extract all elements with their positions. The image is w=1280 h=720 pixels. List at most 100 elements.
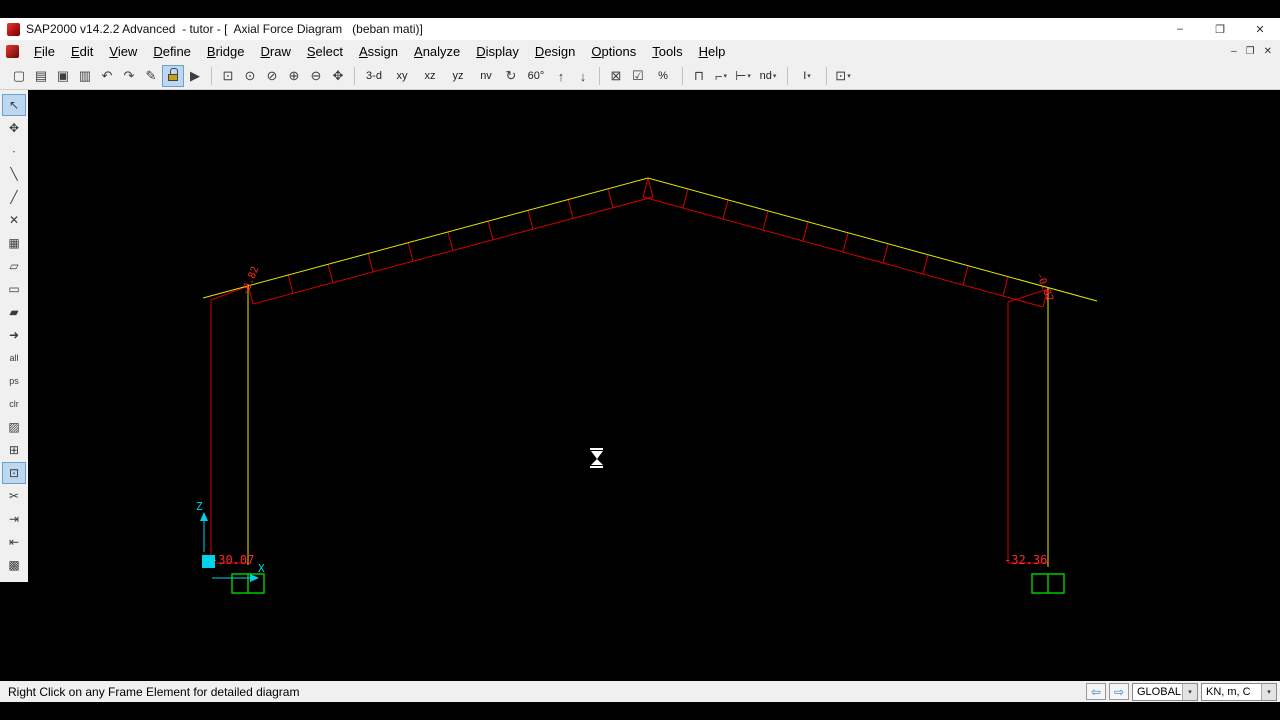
- tool-draw-joint-button[interactable]: ∙: [3, 141, 25, 161]
- status-right: ⇦ ⇨ GLOBAL ▾ KN, m, C ▾: [1086, 682, 1277, 701]
- minimize-button[interactable]: –: [1160, 18, 1200, 40]
- model-canvas[interactable]: -30.07 -32.36 -0.82 -0.82 Z X: [28, 90, 1280, 681]
- menu-bar: File Edit View Define Bridge Draw Select Assign…: [0, 40, 1280, 64]
- menu-view[interactable]: View: [101, 42, 145, 61]
- lock-model-button[interactable]: [162, 65, 184, 87]
- menu-tools[interactable]: Tools: [644, 42, 690, 61]
- window-options-button[interactable]: ⊡ ▾: [833, 66, 853, 86]
- model-view[interactable]: -30.07 -32.36 -0.82 -0.82 Z X: [28, 90, 1280, 681]
- tool-draw-area-button[interactable]: ▦: [3, 233, 25, 253]
- next-window-button[interactable]: ⇨: [1109, 683, 1129, 700]
- tool-grid-button[interactable]: ▩: [3, 555, 25, 575]
- units-value: KN, m, C: [1206, 685, 1251, 698]
- menu-help[interactable]: Help: [691, 42, 734, 61]
- assign-joint-button[interactable]: ⊢ ▾: [733, 66, 753, 86]
- menu-edit[interactable]: Edit: [63, 42, 101, 61]
- object-shrink-button[interactable]: ⊠: [606, 66, 626, 86]
- side-toolbar: ↖ ✥ ∙ ╲ ╱ ✕ ▦ ▱ ▭ ▰ ➜ all ps clr ▨ ⊞ ⊡ ✂ ⇥ ⇤ ▩: [0, 90, 28, 582]
- move-down-button[interactable]: ↓: [573, 66, 593, 86]
- open-file-button[interactable]: ▤: [31, 66, 51, 86]
- tool-end-offset-button[interactable]: ⇥: [3, 509, 25, 529]
- frame-sections-button[interactable]: I ▾: [794, 66, 820, 86]
- tool-quick-area-button[interactable]: ▱: [3, 256, 25, 276]
- tool-set-display-button[interactable]: ⊞: [3, 440, 25, 460]
- previous-zoom-button[interactable]: ⊘: [262, 66, 282, 86]
- tool-start-offset-button[interactable]: ⇤: [3, 532, 25, 552]
- menu-options[interactable]: Options: [583, 42, 644, 61]
- tool-divide-frame-button[interactable]: ✂: [3, 486, 25, 506]
- menu-file[interactable]: File: [26, 42, 63, 61]
- set-display-options-button[interactable]: ☑: [628, 66, 648, 86]
- tool-quick-frame-button[interactable]: ╱: [3, 187, 25, 207]
- view-yz-button[interactable]: yz: [445, 66, 471, 86]
- tool-show-forces-button[interactable]: ⊡: [2, 462, 26, 484]
- undo-button[interactable]: ↶: [97, 66, 117, 86]
- frame-members[interactable]: [202, 177, 1098, 567]
- assign-frame-button[interactable]: ⌐ ▾: [711, 66, 731, 86]
- redo-button[interactable]: ↷: [119, 66, 139, 86]
- menu-bridge[interactable]: Bridge: [199, 42, 253, 61]
- menu-design[interactable]: Design: [527, 42, 583, 61]
- tool-draw-poly-button[interactable]: ▰: [3, 302, 25, 322]
- tool-select-arrow-button[interactable]: ➜: [3, 325, 25, 345]
- previous-window-button[interactable]: ⇦: [1086, 683, 1106, 700]
- zoom-in-button[interactable]: ⊕: [284, 66, 304, 86]
- menu-define[interactable]: Define: [145, 42, 199, 61]
- coord-system-dropdown[interactable]: GLOBAL ▾: [1132, 682, 1198, 701]
- move-up-button[interactable]: ↑: [551, 66, 571, 86]
- menu-analyze[interactable]: Analyze: [406, 42, 468, 61]
- view-xz-button[interactable]: xz: [417, 66, 443, 86]
- dropdown-caret-icon: ▾: [847, 73, 851, 80]
- right-base-value: -32.36: [1004, 553, 1047, 567]
- coord-system-caret-icon[interactable]: ▾: [1182, 683, 1197, 700]
- restore-full-view-button[interactable]: ⊙: [240, 66, 260, 86]
- menu-draw[interactable]: Draw: [253, 42, 299, 61]
- view-3d-button[interactable]: 3-d: [361, 66, 387, 86]
- frame-releases-button[interactable]: ⊓: [689, 66, 709, 86]
- menu-display[interactable]: Display: [468, 42, 527, 61]
- pan-button[interactable]: ✥: [328, 66, 348, 86]
- lock-icon-body: [168, 74, 178, 81]
- tool-draw-rect-button[interactable]: ▭: [3, 279, 25, 299]
- toolbar-separator: [682, 67, 683, 85]
- column-members[interactable]: [247, 285, 1049, 567]
- tool-select-all-button[interactable]: all: [3, 348, 25, 368]
- right-column-force-outline: [1007, 288, 1049, 564]
- mdi-close-button[interactable]: ✕: [1264, 46, 1272, 57]
- perspective-angle-button[interactable]: 60°: [523, 66, 549, 86]
- tool-draw-frame-button[interactable]: ╲: [3, 164, 25, 184]
- mdi-minimize-button[interactable]: –: [1231, 46, 1237, 57]
- print-button[interactable]: ▥: [75, 66, 95, 86]
- menu-select[interactable]: Select: [299, 42, 351, 61]
- show-forces-button[interactable]: %: [650, 66, 676, 86]
- pencil-edit-button[interactable]: ✎: [141, 66, 161, 86]
- rafter-members[interactable]: [202, 177, 1098, 302]
- close-button[interactable]: ✕: [1240, 18, 1280, 40]
- named-display-button[interactable]: nd ▾: [755, 66, 781, 86]
- run-analysis-button[interactable]: ▶: [185, 66, 205, 86]
- tool-reshape-button[interactable]: ✥: [3, 118, 25, 138]
- tool-delete-button[interactable]: ✕: [3, 210, 25, 230]
- dropdown-caret-icon: ▾: [772, 73, 777, 80]
- new-model-button[interactable]: ▢: [9, 66, 29, 86]
- force-value-labels: -30.07 -32.36 -0.82 -0.82: [211, 265, 1055, 567]
- view-nv-button[interactable]: nv: [473, 66, 499, 86]
- menu-assign[interactable]: Assign: [351, 42, 406, 61]
- mdi-restore-button[interactable]: ❐: [1246, 46, 1255, 57]
- dropdown-caret-icon: ▾: [747, 73, 751, 80]
- save-model-button[interactable]: ▣: [53, 66, 73, 86]
- tool-pointer-button[interactable]: ↖: [2, 94, 26, 116]
- view-xy-button[interactable]: xy: [389, 66, 415, 86]
- units-dropdown[interactable]: KN, m, C ▾: [1201, 682, 1277, 701]
- units-caret-icon[interactable]: ▾: [1261, 683, 1276, 700]
- status-bar: Right Click on any Frame Element for det…: [0, 681, 1280, 702]
- title-controls: – ❐ ✕: [1160, 18, 1280, 40]
- rubber-band-zoom-button[interactable]: ⊡: [218, 66, 238, 86]
- tool-invert-selection-button[interactable]: ▨: [3, 417, 25, 437]
- zoom-out-button[interactable]: ⊖: [306, 66, 326, 86]
- tool-previous-selection-button[interactable]: ps: [3, 371, 25, 391]
- tool-clear-selection-button[interactable]: clr: [3, 394, 25, 414]
- global-axes: Z X: [196, 500, 265, 582]
- rotate-view-button[interactable]: ↻: [501, 66, 521, 86]
- restore-button[interactable]: ❐: [1200, 18, 1240, 40]
